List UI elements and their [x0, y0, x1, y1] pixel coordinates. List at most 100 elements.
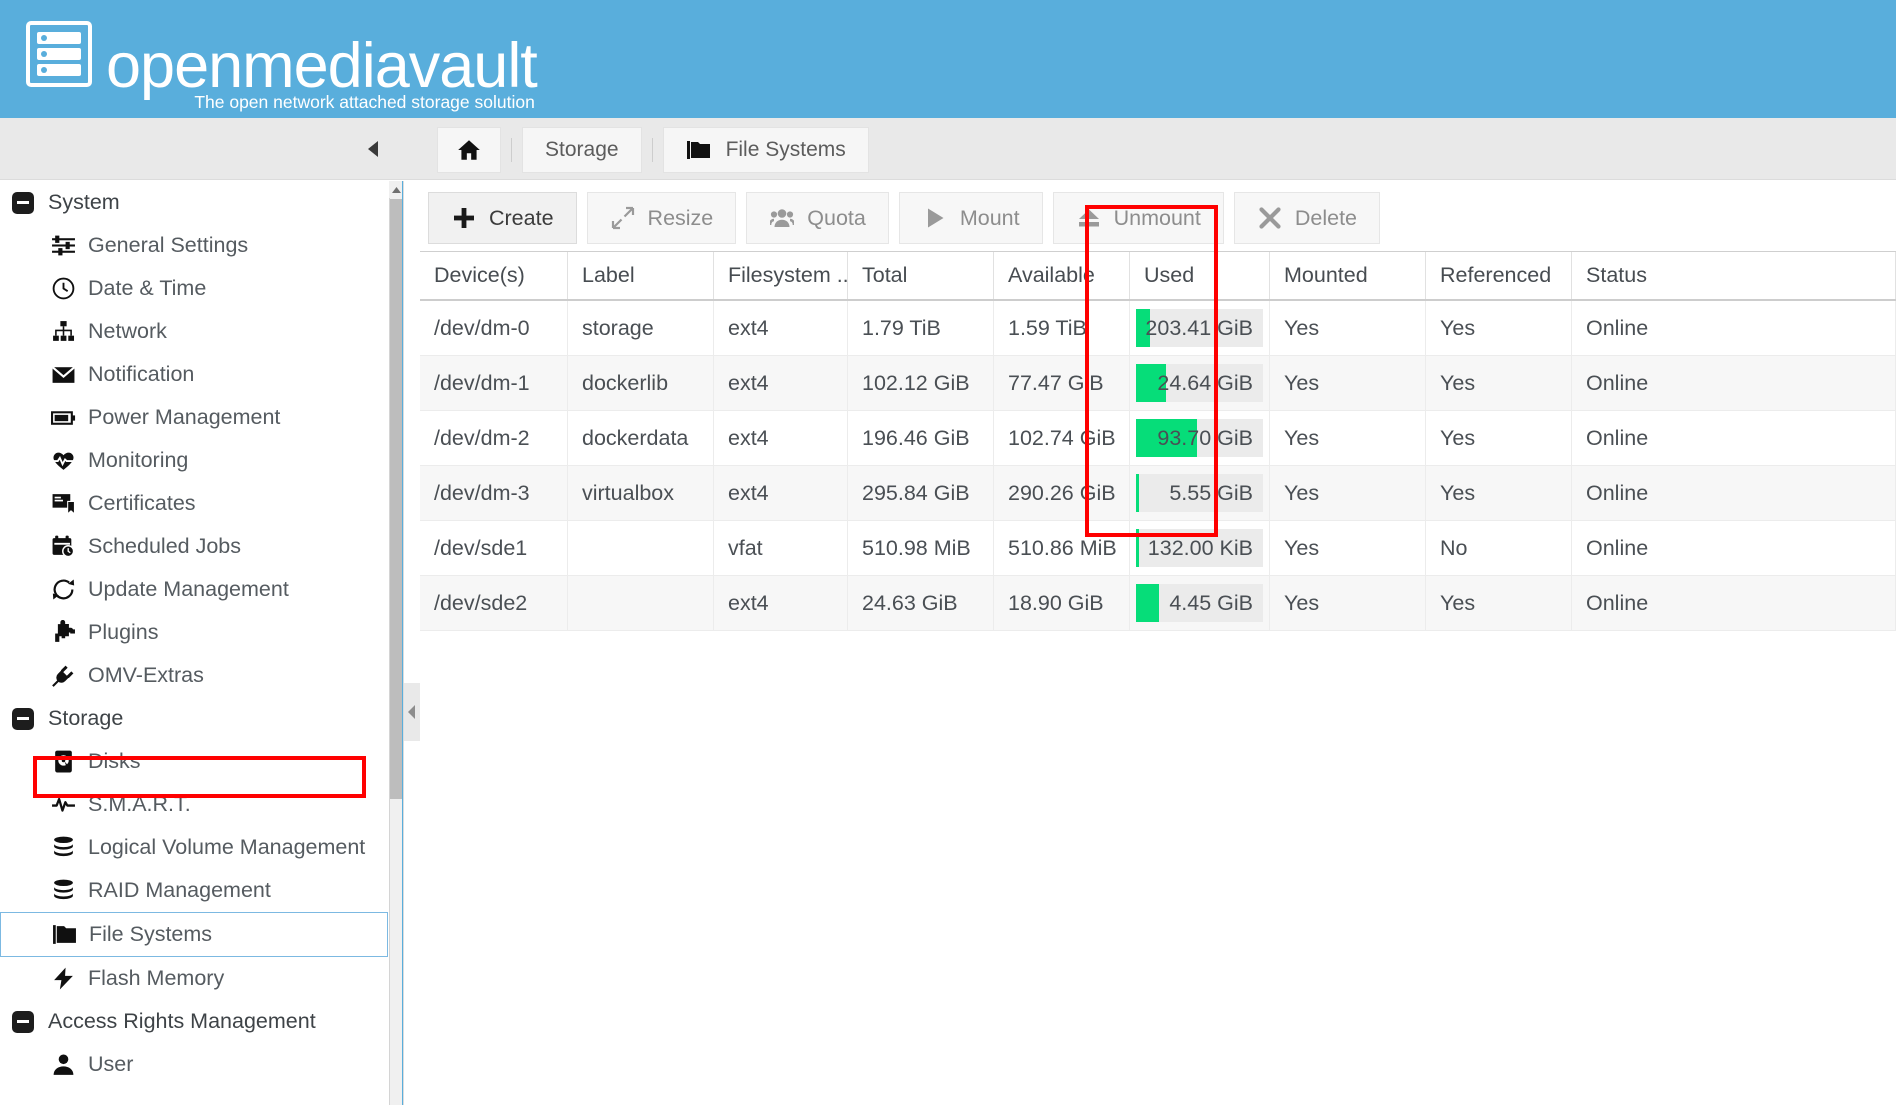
- cell-used: 24.64 GiB: [1130, 356, 1270, 411]
- breadcrumb-bar: [0, 118, 1896, 180]
- cell-total: 24.63 GiB: [848, 576, 994, 631]
- unmount-button: Unmount: [1052, 192, 1224, 244]
- sidebar-item-update-management[interactable]: Update Management: [0, 568, 388, 611]
- sidebar-item-label: Notification: [88, 362, 195, 386]
- sidebar-splitter-handle[interactable]: [404, 683, 420, 741]
- cell-referenced: Yes: [1426, 466, 1572, 521]
- sidebar-item-plugins[interactable]: Plugins: [0, 611, 388, 654]
- sidebar-item-disks[interactable]: Disks: [0, 740, 388, 783]
- cell-device: /dev/dm-1: [420, 356, 568, 411]
- delete-button: Delete: [1233, 192, 1381, 244]
- table-row[interactable]: /dev/dm-0 storage ext4 1.79 TiB 1.59 TiB 203.…: [420, 301, 1896, 356]
- column-header-referenced[interactable]: Referenced: [1426, 252, 1572, 299]
- cell-available: 1.59 TiB: [994, 301, 1130, 356]
- sidebar-group-access-rights-management[interactable]: Access Rights Management: [0, 1000, 388, 1043]
- column-header-used[interactable]: Used: [1130, 252, 1270, 299]
- sidebar-item-label: Power Management: [88, 405, 281, 429]
- sidebar-item-raid-management[interactable]: RAID Management: [0, 869, 388, 912]
- sidebar-item-label: Scheduled Jobs: [88, 534, 241, 558]
- collapse-minus-icon[interactable]: [12, 191, 34, 214]
- sidebar-item-label: Certificates: [88, 491, 196, 515]
- sidebar-item-certificates[interactable]: Certificates: [0, 482, 388, 525]
- sidebar-item-scheduled-jobs[interactable]: Scheduled Jobs: [0, 525, 388, 568]
- sidebar-item-power-management[interactable]: Power Management: [0, 396, 388, 439]
- collapse-minus-icon[interactable]: [12, 1010, 34, 1033]
- create-button[interactable]: Create: [428, 192, 577, 244]
- grid-toolbar: Create Resize Quota Mount Unmount Delete: [420, 190, 1381, 246]
- cell-total: 196.46 GiB: [848, 411, 994, 466]
- column-header-total[interactable]: Total: [848, 252, 994, 299]
- quota-button: Quota: [746, 192, 889, 244]
- cell-referenced: Yes: [1426, 356, 1572, 411]
- sidebar-item-network[interactable]: Network: [0, 310, 388, 353]
- column-header-device-s[interactable]: Device(s): [420, 252, 568, 299]
- used-value-label: 5.55 GiB: [1169, 480, 1253, 505]
- hdd-icon: [54, 750, 72, 773]
- breadcrumb: Storage File Systems: [437, 127, 869, 173]
- breadcrumb-item-file-systems[interactable]: File Systems: [662, 127, 869, 173]
- cell-available: 290.26 GiB: [994, 466, 1130, 521]
- logo-tagline: The open network attached storage soluti…: [194, 92, 535, 112]
- table-row[interactable]: /dev/dm-2 dockerdata ext4 196.46 GiB 102.74 …: [420, 411, 1896, 466]
- toolbar-button-label: Create: [489, 205, 554, 230]
- sidebar-nav-list: System General Settings Date & Time Network…: [0, 181, 388, 1086]
- cell-referenced: No: [1426, 521, 1572, 576]
- table-row[interactable]: /dev/dm-1 dockerlib ext4 102.12 GiB 77.47 Gi…: [420, 356, 1896, 411]
- cell-available: 77.47 GiB: [994, 356, 1130, 411]
- cell-used: 93.70 GiB: [1130, 411, 1270, 466]
- sliders-icon: [51, 235, 75, 256]
- sidebar-item-label: OMV-Extras: [88, 663, 204, 687]
- cell-total: 1.79 TiB: [848, 301, 994, 356]
- sidebar-collapse-icon[interactable]: [362, 136, 384, 162]
- sitemap-icon: [48, 319, 78, 344]
- column-header-label[interactable]: Label: [568, 252, 714, 299]
- collapse-minus-icon[interactable]: [12, 707, 34, 730]
- database-icon: [53, 879, 73, 900]
- cell-status: Online: [1572, 466, 1896, 521]
- cell-label: storage: [568, 301, 714, 356]
- breadcrumb-home[interactable]: [437, 127, 501, 173]
- sidebar-item-logical-volume-management[interactable]: Logical Volume Management: [0, 826, 388, 869]
- cell-mounted: Yes: [1270, 411, 1426, 466]
- sidebar-item-omv-extras[interactable]: OMV-Extras: [0, 654, 388, 697]
- users-icon: [769, 205, 795, 231]
- toolbar-button-label: Delete: [1294, 205, 1358, 230]
- sidebar-item-s-m-a-r-t[interactable]: S.M.A.R.T.: [0, 783, 388, 826]
- sidebar-item-general-settings[interactable]: General Settings: [0, 224, 388, 267]
- sidebar-item-file-systems[interactable]: File Systems: [0, 912, 388, 957]
- column-header-available[interactable]: Available: [994, 252, 1130, 299]
- sidebar-item-label: General Settings: [88, 233, 249, 257]
- sidebar-item-monitoring[interactable]: Monitoring: [0, 439, 388, 482]
- sidebar-group-system[interactable]: System: [0, 181, 388, 224]
- battery-icon: [48, 405, 78, 430]
- used-progress-bar: 93.70 GiB: [1136, 419, 1263, 457]
- sitemap-icon: [52, 321, 74, 341]
- sidebar-item-label: Plugins: [88, 620, 159, 644]
- sidebar-item-notification[interactable]: Notification: [0, 353, 388, 396]
- cell-status: Online: [1572, 301, 1896, 356]
- sidebar-item-user[interactable]: User: [0, 1043, 388, 1086]
- column-header-status[interactable]: Status: [1572, 252, 1896, 299]
- toolbar-button-label: Resize: [647, 205, 714, 230]
- folder-icon: [686, 141, 710, 159]
- cell-device: /dev/dm-2: [420, 411, 568, 466]
- table-row[interactable]: /dev/sde2 ext4 24.63 GiB 18.90 GiB 4.45 GiB Y…: [420, 576, 1896, 631]
- cell-filesystem: vfat: [714, 521, 848, 576]
- content-panel: Create Resize Quota Mount Unmount Delete Devi…: [420, 181, 1896, 1105]
- refresh-icon: [48, 577, 78, 602]
- folder-icon: [49, 922, 79, 947]
- sidebar-item-date-time[interactable]: Date & Time: [0, 267, 388, 310]
- sidebar-item-label: Flash Memory: [88, 966, 225, 990]
- sidebar-item-flash-memory[interactable]: Flash Memory: [0, 957, 388, 1000]
- table-row[interactable]: /dev/dm-3 virtualbox ext4 295.84 GiB 290.26 …: [420, 466, 1896, 521]
- sidebar-group-storage[interactable]: Storage: [0, 697, 388, 740]
- table-row[interactable]: /dev/sde1 vfat 510.98 MiB 510.86 MiB 132.00 …: [420, 521, 1896, 576]
- column-header-filesystem[interactable]: Filesystem ...: [714, 252, 848, 299]
- toolbar-button-label: Quota: [807, 205, 866, 230]
- sidebar-item-label: Access Rights Management: [48, 1009, 316, 1033]
- breadcrumb-item-storage[interactable]: Storage: [522, 127, 642, 173]
- database-icon: [53, 836, 73, 857]
- user-icon: [48, 1052, 78, 1077]
- column-header-mounted[interactable]: Mounted: [1270, 252, 1426, 299]
- database-icon: [48, 878, 78, 903]
